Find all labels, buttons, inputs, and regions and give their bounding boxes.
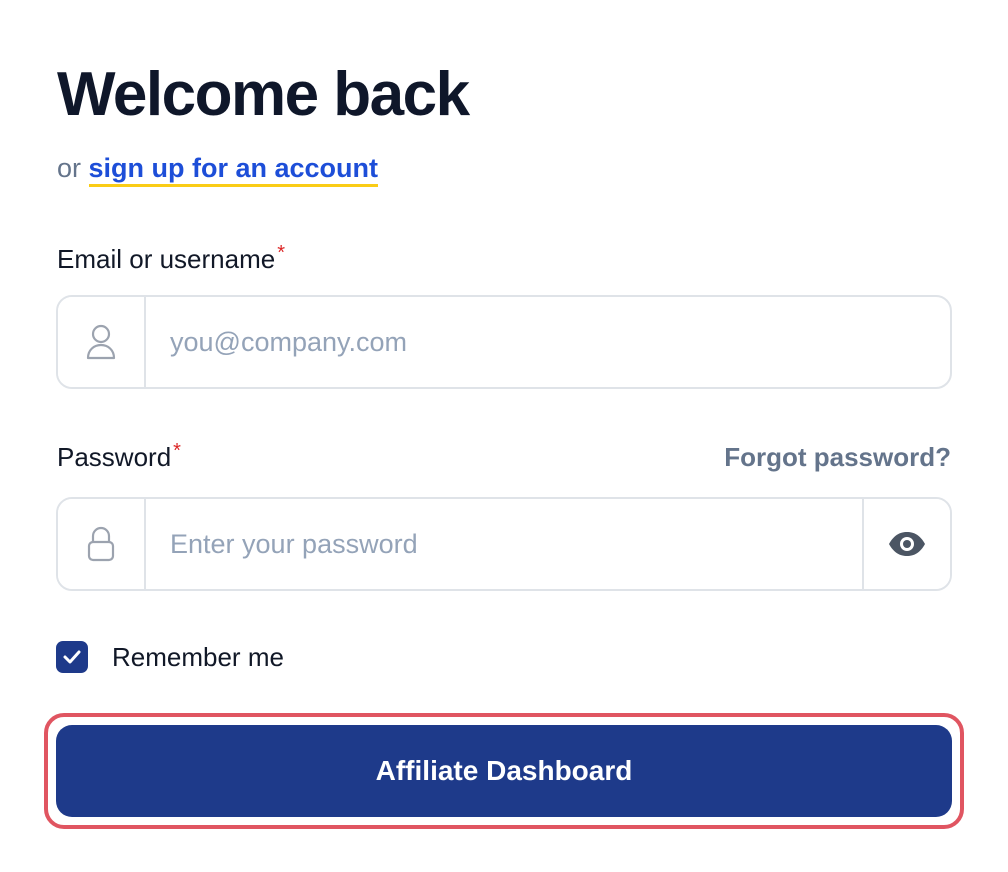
password-label-text: Password bbox=[57, 442, 172, 472]
user-icon bbox=[58, 297, 146, 387]
email-input[interactable] bbox=[146, 297, 950, 387]
remember-me-checkbox[interactable] bbox=[56, 641, 88, 673]
eye-icon[interactable] bbox=[862, 499, 950, 589]
email-label: Email or username * bbox=[57, 242, 285, 276]
remember-me-option[interactable]: Remember me bbox=[56, 640, 284, 674]
email-label-text: Email or username bbox=[57, 244, 276, 274]
page-title: Welcome back bbox=[57, 60, 470, 129]
signup-link[interactable]: sign up for an account bbox=[88, 153, 379, 187]
password-label: Password * bbox=[57, 440, 181, 474]
lock-icon bbox=[58, 499, 146, 589]
password-field-group bbox=[56, 497, 952, 591]
remember-me-label: Remember me bbox=[112, 641, 284, 672]
signup-prompt-prefix: or bbox=[57, 153, 89, 183]
affiliate-dashboard-button[interactable]: Affiliate Dashboard bbox=[56, 725, 952, 817]
login-page: Welcome back or sign up for an account E… bbox=[0, 0, 1008, 872]
password-required-mark: * bbox=[173, 440, 181, 462]
forgot-password-link[interactable]: Forgot password? bbox=[724, 440, 951, 474]
password-input[interactable] bbox=[146, 499, 862, 589]
email-required-mark: * bbox=[277, 242, 285, 264]
signup-prompt: or sign up for an account bbox=[57, 150, 379, 187]
email-field-group bbox=[56, 295, 952, 389]
